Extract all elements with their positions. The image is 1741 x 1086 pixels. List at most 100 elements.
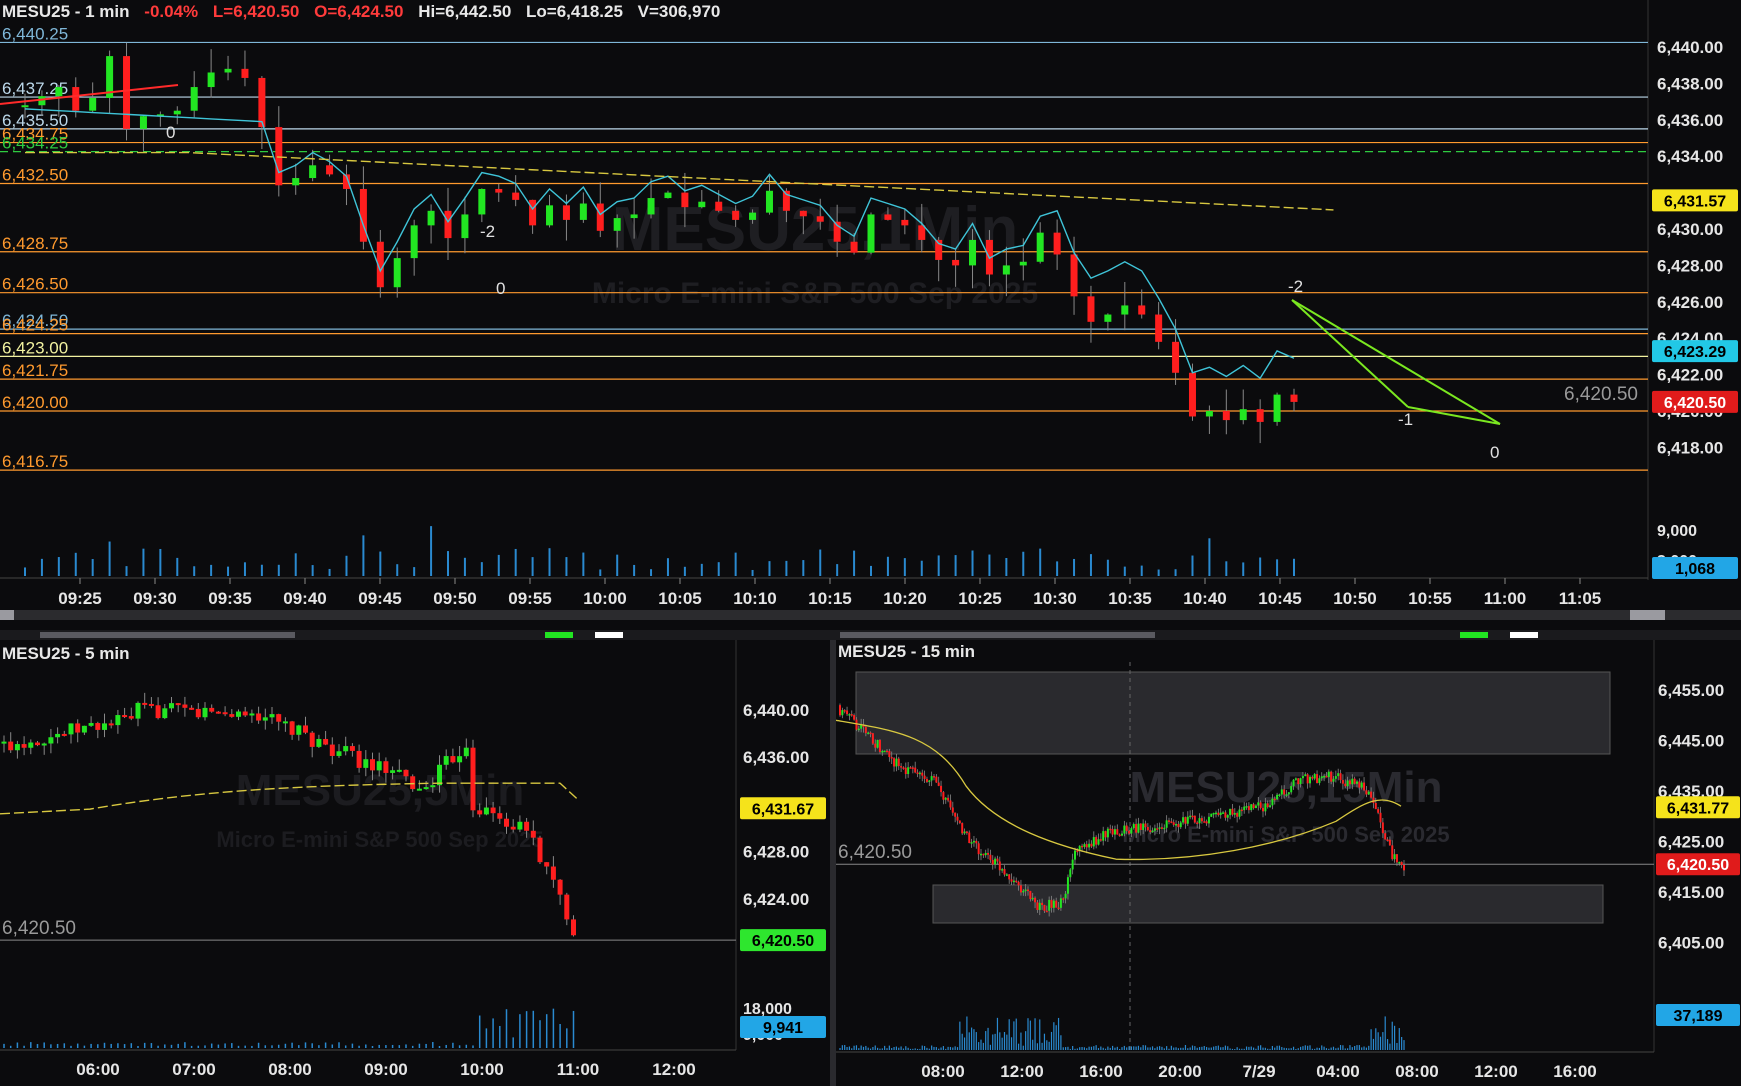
green-trendline-upper [1291,299,1501,425]
candle-body [933,776,935,778]
candle-body [947,797,950,801]
price-badge: 6,423.29 [1664,344,1726,361]
candle-body [88,723,94,726]
candle-body [1304,774,1307,777]
candle-body [846,710,849,715]
time-axis-label: 12:00 [1474,1062,1517,1081]
candle-body [55,87,63,97]
candle-body [262,717,268,721]
time-axis-label: 10:25 [958,589,1001,608]
candle-body [1238,809,1241,817]
chart-5min-canvas[interactable]: MESU25,5Min Micro E-mini S&P 500 Sep 2025… [0,640,830,1086]
candle-body [512,192,520,200]
candle-body [954,812,957,817]
candle-body [478,188,486,215]
candle-body [21,105,29,108]
candle-body [949,800,952,808]
pane-divider[interactable] [0,630,1741,640]
candle-body [876,739,879,748]
price-level-label: 6,416.75 [2,452,68,471]
candle-body [916,772,919,774]
candle-body [1229,808,1232,816]
chart-15min-canvas[interactable]: MESU25,15Min Micro E-mini S&P 500 Sep 202… [836,640,1741,1086]
chart-5min-pane[interactable]: MESU25,5Min Micro E-mini S&P 500 Sep 2025… [0,640,830,1086]
candle-body [1109,828,1112,831]
time-axis-label: 16:00 [1553,1062,1596,1081]
candle-body [1344,783,1347,787]
candle-body [944,797,947,800]
candle-body [1341,780,1344,784]
candle-body [1320,776,1323,779]
chart-1min-pane[interactable]: MESU25,1Min Micro E-mini S&P 500 Sep 2025… [0,0,1741,630]
candle-body [1179,822,1182,828]
volume-badge: 9,941 [763,1020,803,1037]
divider-marker-right [840,632,1155,638]
candle-body [975,840,978,844]
supply-zone [855,671,1611,755]
candle-body [1177,824,1180,828]
candle-body [326,165,334,175]
symbol-label-5min: MESU25 - 5 min [2,644,130,663]
candle-body [1144,823,1147,827]
candle-body [1386,839,1389,841]
y-axis-tick-label: 6,428.00 [743,843,809,862]
candle-body [207,72,215,88]
candle-body [1239,409,1247,421]
candle-body [1036,232,1044,262]
candle-body [907,767,910,775]
candle-body [209,707,215,712]
candle-body [940,785,943,793]
time-axis-label: 09:00 [364,1060,407,1079]
candle-body [1153,828,1156,831]
price-level-label: 6,423.00 [2,338,68,357]
candle-body [952,259,960,266]
candle-body [550,866,556,880]
candle-body [1384,833,1387,840]
candle-body [1118,834,1121,837]
candle-body [529,199,537,226]
candle-body [1022,890,1025,893]
open-price: O=6,424.50 [314,2,404,21]
candle-body [1266,803,1269,808]
candle-body [871,733,874,744]
candle-body [1243,806,1246,811]
candle-body [1252,804,1255,809]
candle-body [275,127,283,186]
candle-body [1005,874,1008,876]
candle-body [888,751,891,758]
candle-body [1092,837,1095,847]
volume-badge: 1,068 [1675,561,1715,578]
time-axis-label: 12:00 [1000,1062,1043,1081]
candle-body [994,858,997,865]
candle-body [1116,829,1119,835]
candle-body [1175,824,1178,826]
candle-body [1128,830,1131,834]
candle-body [878,739,881,753]
last-price-tag: 6,420.50 [838,842,912,863]
candle-body [1398,861,1401,864]
candle-body [108,723,114,726]
candle-body [14,744,20,751]
chart-1min-scrollbar-left-thumb[interactable] [0,610,14,620]
candle-body [1038,902,1041,910]
candle-body [1029,890,1032,899]
price-level-label: 6,424.25 [2,316,68,335]
candle-body [376,761,382,771]
candle-body [102,723,107,730]
candle-body [323,738,329,745]
chart-15min-pane[interactable]: MESU25,15Min Micro E-mini S&P 500 Sep 202… [836,640,1741,1086]
candle-body [1269,805,1272,808]
candle-body [296,725,302,735]
candle-body [1318,778,1321,783]
candle-body [363,759,369,768]
candle-body [855,719,858,730]
price-badge: 6,420.50 [1667,857,1729,874]
chart-1min-canvas[interactable]: MESU25,1Min Micro E-mini S&P 500 Sep 2025… [0,0,1741,630]
divider-marker [40,632,295,638]
chart-1min-scrollbar[interactable] [0,610,1741,620]
candle-body [1292,779,1295,787]
candle-body [853,715,856,720]
chart-1min-scrollbar-thumb[interactable] [1630,610,1665,620]
candle-body [1034,897,1037,903]
candle-body [390,770,396,773]
